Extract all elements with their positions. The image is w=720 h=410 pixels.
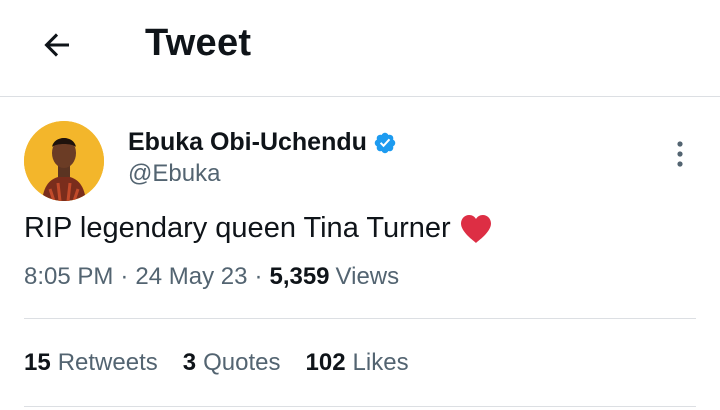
more-vertical-icon: [677, 141, 683, 167]
tweet-text: RIP legendary queen Tina Turner: [24, 212, 451, 244]
views-count[interactable]: 5,359: [269, 263, 329, 291]
views-label[interactable]: Views: [336, 263, 400, 291]
back-button[interactable]: [36, 24, 78, 66]
author-name-row[interactable]: Ebuka Obi-Uchendu: [128, 128, 397, 157]
verified-badge-icon: [373, 131, 397, 155]
likes-stat[interactable]: 102 Likes: [306, 349, 409, 377]
more-options-button[interactable]: [666, 136, 694, 172]
divider: [24, 318, 696, 319]
likes-count: 102: [305, 349, 346, 376]
top-bar: Tweet: [0, 0, 720, 97]
tweet-meta: 8:05 PM · 24 May 23 · 5,359 Views: [24, 263, 399, 291]
retweets-count: 15: [24, 349, 51, 376]
tweet-date[interactable]: 24 May 23: [135, 263, 247, 291]
quotes-stat[interactable]: 3 Quotes: [183, 349, 281, 377]
tweet-time[interactable]: 8:05 PM: [24, 263, 113, 291]
profile-photo: [24, 121, 104, 201]
red-heart-icon: [459, 214, 493, 244]
author-handle[interactable]: @Ebuka: [128, 160, 220, 188]
separator: ·: [120, 263, 129, 290]
retweets-label: Retweets: [57, 349, 158, 376]
retweets-stat[interactable]: 15 Retweets: [24, 349, 158, 377]
author-name[interactable]: Ebuka Obi-Uchendu: [128, 128, 367, 157]
arrow-left-icon: [44, 33, 69, 57]
tweet-body: RIP legendary queen Tina Turner: [24, 212, 493, 245]
separator: ·: [254, 263, 263, 290]
page-title: Tweet: [145, 22, 252, 64]
quotes-label: Quotes: [203, 349, 281, 376]
engagement-stats: 15 Retweets 3 Quotes 102 Likes: [24, 349, 434, 377]
avatar[interactable]: [24, 121, 104, 201]
divider: [24, 406, 696, 407]
likes-label: Likes: [352, 349, 409, 376]
quotes-count: 3: [182, 349, 197, 376]
